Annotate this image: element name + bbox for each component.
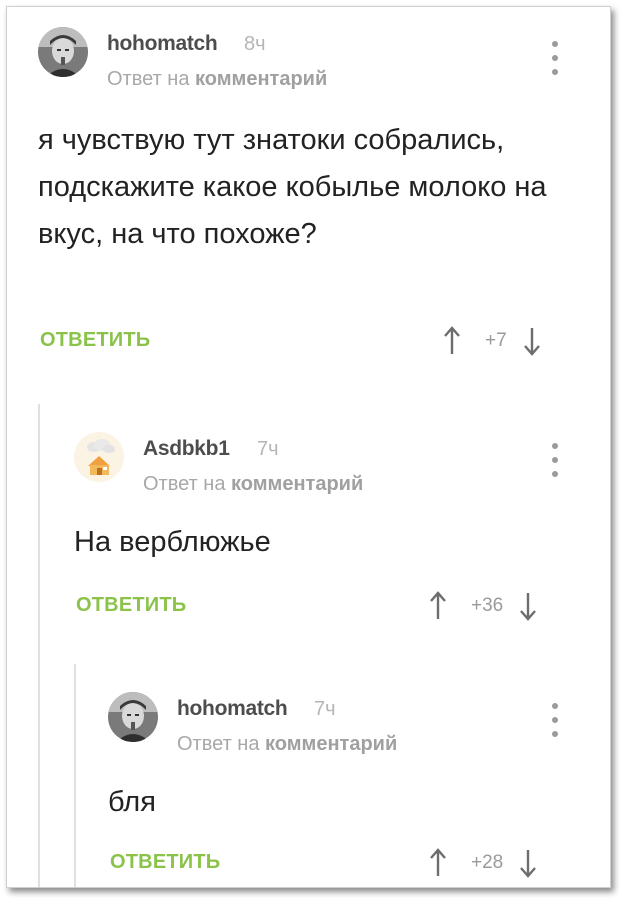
reply-to-label: Ответ на комментарий — [177, 733, 397, 756]
comment-text: бля — [108, 786, 156, 818]
vote-controls: +28 — [429, 848, 537, 878]
comment-time: 7ч — [314, 698, 336, 720]
reply-prefix: Ответ на — [177, 733, 260, 755]
comment: hohomatch 7ч Ответ на комментарий бля ОТ… — [7, 7, 610, 887]
downvote-arrow-icon[interactable] — [519, 848, 537, 878]
reply-button[interactable]: ОТВЕТИТЬ — [110, 851, 220, 874]
vote-score: +28 — [471, 852, 504, 873]
more-menu-icon[interactable] — [551, 703, 559, 737]
upvote-arrow-icon[interactable] — [429, 848, 447, 878]
comment-author[interactable]: hohomatch — [177, 697, 288, 721]
reply-target-link[interactable]: комментарий — [265, 733, 397, 755]
avatar[interactable] — [108, 692, 158, 742]
comment-thread: hohomatch 8ч Ответ на комментарий я чувс… — [6, 6, 611, 888]
avatar-boy-icon — [108, 692, 158, 742]
